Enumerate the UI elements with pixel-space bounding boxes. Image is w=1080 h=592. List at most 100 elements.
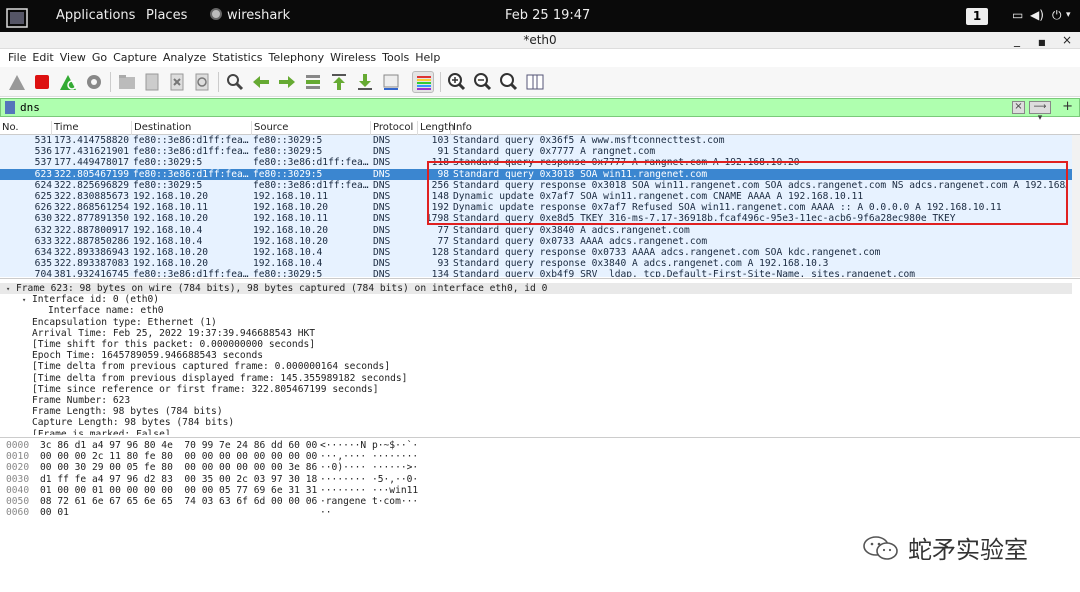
zoom-in-button[interactable] [446,71,468,93]
close-file-button[interactable] [166,71,188,93]
packet-row[interactable]: 633 322.887850286 192.168.10.4 192.168.10.2… [0,235,1080,247]
packet-details-pane[interactable]: ▾ Frame 623: 98 bytes on wire (784 bits),… [0,278,1080,435]
close-button[interactable]: × [1062,32,1072,48]
detail-text: Frame 623: 98 bytes on wire (784 bits), … [16,283,548,294]
packet-cell-time: 381.932416745 [54,269,130,277]
menu-tools[interactable]: Tools [379,50,412,66]
column-source[interactable]: Source [252,121,371,135]
packet-row[interactable]: 632 322.887800917 192.168.10.4 192.168.10.2… [0,224,1080,236]
menu-telephony[interactable]: Telephony [266,50,328,66]
packet-list[interactable]: 531 173.414758820 fe80::3e86:d1ff:fea… fe80… [0,135,1080,277]
capture-options-button[interactable] [83,71,105,93]
places-menu[interactable]: Places [146,8,187,23]
autoscroll-button[interactable] [380,71,402,93]
column-time[interactable]: Time [52,121,132,135]
bookmark-icon[interactable] [5,101,15,114]
detail-text: Epoch Time: 1645789059.946688543 seconds [32,350,264,362]
detail-row[interactable]: Frame Number: 623 [0,395,130,406]
column-destination[interactable]: Destination [132,121,252,135]
packet-list-scrollbar[interactable] [1072,135,1080,277]
detail-row[interactable]: [Time shift for this packet: 0.000000000… [0,339,315,350]
packet-row[interactable]: 625 322.830885673 192.168.10.20 192.168.10.… [0,191,1080,203]
detail-row[interactable]: ▾ Interface id: 0 (eth0) [0,294,159,305]
active-app-menu[interactable]: wireshark [210,8,290,23]
clock[interactable]: Feb 25 19:47 [505,8,590,23]
packet-cell-src: fe80::3029:5 [253,135,323,146]
add-filter-button[interactable]: + [1062,99,1073,114]
detail-row[interactable]: Epoch Time: 1645789059.946688543 seconds [0,350,263,361]
menu-view[interactable]: View [57,50,89,66]
menu-analyze[interactable]: Analyze [160,50,209,66]
menu-help[interactable]: Help [412,50,443,66]
reload-file-button[interactable] [191,71,213,93]
detail-row[interactable]: [Time delta from previous displayed fram… [0,373,407,384]
open-file-button[interactable] [116,71,138,93]
detail-row[interactable]: Frame Length: 98 bytes (784 bits) [0,406,223,417]
packet-cell-dst: fe80::3029:5 [133,179,203,191]
packet-cell-proto: DNS [373,146,391,158]
byte-ascii: ········ ·5·,··0· [320,473,419,485]
packet-bytes-pane[interactable]: 0000 3c 86 d1 a4 97 96 80 4e 70 99 7e 24 … [0,437,1080,592]
packet-cell-proto: DNS [373,213,391,225]
column-info[interactable]: Info [451,121,1071,135]
byte-hex: d1 ff fe a4 97 96 d2 83 00 35 00 2c 03 9… [40,473,318,485]
packet-cell-proto: DNS [373,258,391,270]
minimize-button[interactable]: _ [1014,32,1020,48]
stop-capture-button[interactable] [31,71,53,93]
applications-menu[interactable]: Applications [56,8,135,23]
packet-cell-len: 103 [431,135,449,146]
packet-row[interactable]: 630 322.877891350 192.168.10.20 192.168.10.… [0,213,1080,225]
colorize-button[interactable] [412,71,434,93]
go-to-packet-button[interactable] [302,71,324,93]
display-filter-input[interactable] [20,100,1000,115]
packet-row[interactable]: 623 322.805467199 fe80::3e86:d1ff:fea… fe80… [0,168,1080,180]
packet-row[interactable]: 537 177.449478017 fe80::3029:5 fe80::3e86:d… [0,157,1080,169]
detail-row[interactable]: [Time since reference or first frame: 32… [0,384,379,395]
detail-row[interactable]: [Frame is marked: False] [0,429,171,435]
save-file-button[interactable] [141,71,163,93]
resize-columns-button[interactable] [524,71,546,93]
start-capture-button[interactable] [6,71,28,93]
power-icon[interactable]: ⏻ [1052,8,1062,23]
menu-statistics[interactable]: Statistics [209,50,265,66]
column-length[interactable]: Length [418,121,455,135]
menu-capture[interactable]: Capture [110,50,160,66]
normal-size-button[interactable] [498,71,520,93]
detail-row[interactable]: [Time delta from previous captured frame… [0,361,390,372]
detail-row[interactable]: Capture Length: 98 bytes (784 bits) [0,417,234,428]
display-icon[interactable]: ▭ [1012,8,1023,22]
column-no[interactable]: No. [0,121,52,135]
last-packet-button[interactable] [354,71,376,93]
zoom-out-button[interactable] [472,71,494,93]
first-packet-button[interactable] [328,71,350,93]
apply-filter-button[interactable]: ⟶ ▾ [1029,101,1051,123]
system-menu-arrow-icon[interactable]: ▾ [1066,10,1071,20]
volume-icon[interactable]: ◀) [1030,8,1044,22]
packet-row[interactable]: 634 322.893386943 192.168.10.20 192.168.10.… [0,247,1080,259]
menu-go[interactable]: Go [89,50,110,66]
packet-row[interactable]: 531 173.414758820 fe80::3e86:d1ff:fea… fe80… [0,135,1080,147]
packet-row[interactable]: 624 322.825696829 fe80::3029:5 fe80::3e86:d… [0,179,1080,191]
clear-filter-button[interactable]: × [1012,101,1025,114]
detail-row[interactable]: Encapsulation type: Ethernet (1) [0,317,217,328]
workspace-indicator[interactable]: 1 [966,8,988,25]
menu-edit[interactable]: Edit [29,50,56,66]
menu-wireless[interactable]: Wireless [327,50,379,66]
menu-file[interactable]: File [5,50,29,66]
packet-row[interactable]: 635 322.893387083 192.168.10.20 192.168.10.… [0,258,1080,270]
detail-row[interactable]: Interface name: eth0 [0,305,164,316]
packet-row[interactable]: 536 177.431621901 fe80::3e86:d1ff:fea… fe80… [0,146,1080,158]
packet-row[interactable]: 626 322.868561254 192.168.10.11 192.168.10.… [0,202,1080,214]
detail-text: Frame Length: 98 bytes (784 bits) [32,406,223,418]
packet-cell-proto: DNS [373,157,391,169]
packet-row[interactable]: 704 381.932416745 fe80::3e86:d1ff:fea… fe80… [0,269,1080,277]
go-forward-button[interactable] [276,71,298,93]
detail-row[interactable]: ▾ Frame 623: 98 bytes on wire (784 bits),… [0,283,1072,295]
activities-icon[interactable] [6,8,28,28]
restart-capture-button[interactable] [57,71,79,93]
find-packet-button[interactable] [224,71,246,93]
detail-row[interactable]: Arrival Time: Feb 25, 2022 19:37:39.9466… [0,328,315,339]
column-protocol[interactable]: Protocol [371,121,418,135]
go-back-button[interactable] [250,71,272,93]
maximize-button[interactable]: ■ [1038,35,1046,51]
